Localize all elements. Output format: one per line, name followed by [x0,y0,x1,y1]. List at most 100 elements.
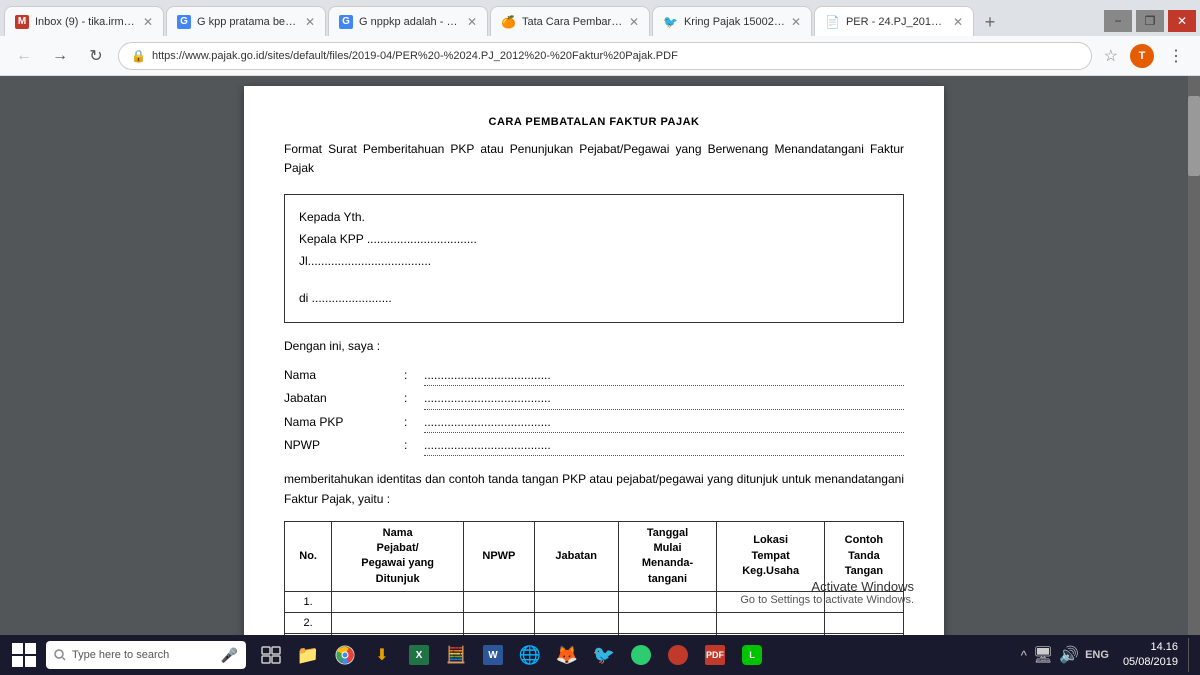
language-indicator[interactable]: ENG [1085,649,1109,661]
tab-close-gmail[interactable]: ✕ [143,15,153,29]
tab-icon-google: G [339,15,353,29]
pdf-container[interactable]: CARA PEMBATALAN FAKTUR PAJAK Format Sura… [0,76,1188,635]
row3-name [332,634,464,635]
table-row: 3. [285,634,904,635]
excel-icon: X [409,645,429,665]
acrobat-icon: PDF [705,645,725,665]
microphone-icon[interactable]: 🎤 [221,647,238,664]
document-title: Format Surat Pemberitahuan PKP atau Penu… [284,140,904,178]
word-button[interactable]: W [476,637,510,673]
col-npwp: NPWP [464,521,535,592]
address-line-4: di ........................ [299,288,889,310]
activate-windows-text: Activate Windows [740,579,914,594]
folder-icon: 📁 [297,645,319,666]
green-button[interactable] [624,637,658,673]
clock-block[interactable]: 14.16 05/08/2019 [1117,640,1184,671]
tab-close-tata[interactable]: ✕ [629,15,639,29]
tab-close-per[interactable]: ✕ [953,15,963,29]
profile-button[interactable]: T [1130,44,1154,68]
file-explorer-button[interactable]: 📁 [291,637,325,673]
refresh-button[interactable]: ↻ [82,42,110,70]
chevron-up-icon[interactable]: ^ [1021,648,1027,663]
calculator-icon: 🧮 [446,645,466,665]
address-block: Kepada Yth. Kepala KPP .................… [284,194,904,322]
twitter-button[interactable]: 🐦 [587,637,621,673]
col-tanggal: TanggalMulaiMenanda-tangani [618,521,717,592]
field-nama: Nama : .................................… [284,365,904,386]
tab-icon-kring: 🐦 [663,15,678,29]
back-button[interactable]: ← [10,42,38,70]
row2-contoh [824,613,903,634]
green-icon [631,645,651,665]
col-no: No. [285,521,332,592]
systray: ^ 🖥 🔊 ENG [1021,645,1109,665]
url-bar[interactable]: 🔒 https://www.pajak.go.id/sites/default/… [118,42,1092,70]
field-value-nama-pkp: ...................................... [424,412,904,433]
field-value-jabatan: ...................................... [424,388,904,409]
col-name: NamaPejabat/Pegawai yangDitunjuk [332,521,464,592]
table-row: 2. [285,613,904,634]
tab-bar: M Inbox (9) - tika.irmawai ✕ G G kpp pra… [0,0,1200,36]
field-nama-pkp: Nama PKP : .............................… [284,412,904,433]
pdf-scrollbar[interactable] [1188,76,1200,635]
row3-no: 3. [285,634,332,635]
taskbar-search-box[interactable]: Type here to search 🎤 [46,641,246,669]
field-value-npwp: ...................................... [424,435,904,456]
document-title-text: Format Surat Pemberitahuan PKP atau Penu… [284,142,904,175]
show-desktop-button[interactable] [1188,638,1194,672]
downloads-button[interactable]: ⬇ [365,637,399,673]
url-text: https://www.pajak.go.id/sites/default/fi… [152,50,678,62]
new-tab-button[interactable]: + [976,8,1004,36]
forward-button[interactable]: → [46,42,74,70]
red-button[interactable] [661,637,695,673]
search-icon [54,649,66,661]
excel-button[interactable]: X [402,637,436,673]
tab-tata[interactable]: 🍊 Tata Cara Pembaruan Ta ✕ [490,6,650,36]
close-button[interactable]: ✕ [1168,10,1196,32]
tab-kring[interactable]: 🐦 Kring Pajak 1500200 on ✕ [652,6,812,36]
tab-label-google: G nppkp adalah - Google [359,16,461,28]
taskbar-search-placeholder: Type here to search [72,649,169,661]
activate-windows-sub: Go to Settings to activate Windows. [740,594,914,606]
firefox-icon: 🦊 [556,645,578,666]
menu-button[interactable]: ⋮ [1162,42,1190,70]
tab-google[interactable]: G G nppkp adalah - Google ✕ [328,6,488,36]
col-jabatan: Jabatan [534,521,618,592]
volume-icon[interactable]: 🔊 [1059,645,1079,665]
chrome-button[interactable] [328,637,362,673]
firefox-button[interactable]: 🦊 [550,637,584,673]
network-icon[interactable]: 🖥 [1033,645,1053,665]
bookmark-star-icon[interactable]: ☆ [1100,46,1122,66]
twitter-icon: 🐦 [593,645,615,666]
row3-lokasi [717,634,824,635]
tab-close-google[interactable]: ✕ [467,15,477,29]
start-button[interactable] [6,637,42,673]
line-icon: L [742,645,762,665]
tab-close-kpp[interactable]: ✕ [305,15,315,29]
row1-npwp [464,592,535,613]
tab-gmail[interactable]: M Inbox (9) - tika.irmawai ✕ [4,6,164,36]
field-label-jabatan: Jabatan [284,388,404,409]
tab-per[interactable]: 📄 PER - 24.PJ_2012 - Fakt ✕ [814,6,974,36]
signatories-table: No. NamaPejabat/Pegawai yangDitunjuk NPW… [284,521,904,635]
row3-tanggal [618,634,717,635]
restore-button[interactable]: ❐ [1136,10,1164,32]
calculator-button[interactable]: 🧮 [439,637,473,673]
tab-label-gmail: Inbox (9) - tika.irmawai [35,16,137,28]
acrobat-button[interactable]: PDF [698,637,732,673]
content-area: CARA PEMBATALAN FAKTUR PAJAK Format Sura… [0,76,1200,635]
task-view-button[interactable] [254,637,288,673]
pdf-page-header: CARA PEMBATALAN FAKTUR PAJAK [284,116,904,128]
field-label-nama-pkp: Nama PKP [284,412,404,433]
tab-icon-gmail: M [15,15,29,29]
field-label-npwp: NPWP [284,435,404,456]
field-value-nama: ...................................... [424,365,904,386]
chrome-button-2[interactable]: 🌐 [513,637,547,673]
row2-no: 2. [285,613,332,634]
field-colon-nama: : [404,365,424,386]
minimize-button[interactable]: − [1104,10,1132,32]
word-icon: W [483,645,503,665]
tab-close-kring[interactable]: ✕ [791,15,801,29]
line-button[interactable]: L [735,637,769,673]
tab-kpp[interactable]: G G kpp pratama bekasi sel ✕ [166,6,326,36]
